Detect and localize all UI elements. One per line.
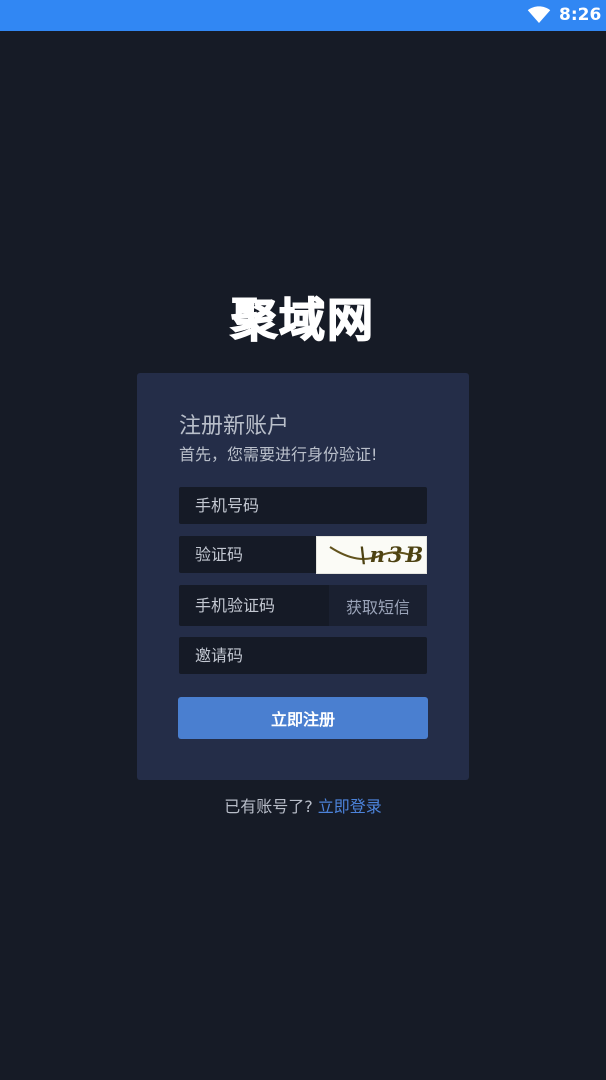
phone-input[interactable]	[179, 487, 427, 524]
status-bar: 8:26	[0, 0, 606, 31]
app-logo: 聚域网	[230, 292, 375, 348]
login-prompt: 已有账号了?	[224, 797, 313, 816]
get-sms-button[interactable]: 获取短信	[329, 585, 427, 626]
login-row: 已有账号了? 立即登录	[0, 796, 606, 818]
status-time: 8:26	[559, 5, 602, 25]
register-now-button[interactable]: 立即注册	[178, 697, 428, 739]
captcha-field	[179, 536, 317, 573]
invite-code-field	[179, 637, 427, 674]
register-subtitle: 首先，您需要进行身份验证!	[179, 445, 378, 464]
captcha-text: \n3B	[359, 542, 427, 567]
captcha-image[interactable]: \n3B	[316, 536, 427, 574]
login-link[interactable]: 立即登录	[318, 797, 382, 816]
sms-code-field: 获取短信	[179, 585, 427, 626]
wifi-icon	[527, 6, 551, 23]
invite-code-input[interactable]	[179, 637, 427, 674]
phone-field	[179, 487, 427, 524]
register-card: 注册新账户 首先，您需要进行身份验证! \n3B 获取短信 立即注册	[137, 373, 469, 780]
register-title: 注册新账户	[179, 414, 290, 439]
captcha-input[interactable]	[179, 536, 317, 573]
